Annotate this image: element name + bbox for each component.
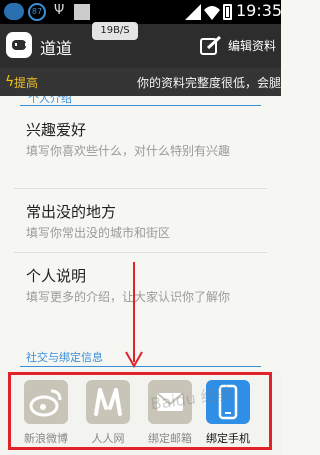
section-divider — [20, 105, 261, 106]
list-item-hobbies[interactable]: 兴趣爱好 填写你喜欢些什么，对什么特别有兴趣 — [26, 120, 258, 160]
battery-percent-ring: 87 — [28, 3, 46, 21]
edit-profile-label: 编辑资料 — [228, 39, 277, 53]
divider — [14, 252, 267, 253]
notice-text: 你的资料完整度很低，会腿 — [137, 76, 282, 90]
chat-notification-icon — [4, 3, 24, 20]
app-title-bar: 道道 编辑资料 — [0, 24, 281, 68]
app-logo-icon[interactable] — [6, 32, 32, 58]
profile-completeness-notice[interactable]: ϟ 提高 你的资料完整度很低，会腿 — [0, 68, 281, 96]
clock: 19:35 — [236, 1, 283, 20]
notice-highlight-text: 提高 — [14, 76, 39, 90]
android-debug-icon — [74, 4, 90, 20]
item-title: 常出没的地方 — [26, 203, 117, 221]
list-item-places[interactable]: 常出没的地方 填写你常出没的城市和街区 — [26, 202, 258, 242]
app-title: 道道 — [40, 39, 73, 58]
annotation-highlight-box — [8, 372, 272, 450]
network-speed-badge: 19B/S — [92, 22, 138, 40]
item-description: 填写你喜欢些什么，对什么特别有兴趣 — [26, 144, 231, 158]
lightning-icon: ϟ — [5, 74, 15, 90]
divider — [14, 188, 267, 189]
status-bar: 87 Ψ 19:35 — [0, 0, 283, 24]
annotation-arrow — [125, 262, 143, 369]
section-header-social: 社交与绑定信息 — [26, 351, 103, 364]
usb-icon: Ψ — [54, 3, 65, 18]
item-title: 兴趣爱好 — [26, 121, 87, 139]
edit-icon — [200, 35, 222, 60]
item-description: 填写你常出没的城市和街区 — [26, 226, 171, 240]
wifi-icon — [203, 4, 221, 24]
signal-icon — [185, 4, 201, 24]
battery-icon — [223, 4, 232, 20]
